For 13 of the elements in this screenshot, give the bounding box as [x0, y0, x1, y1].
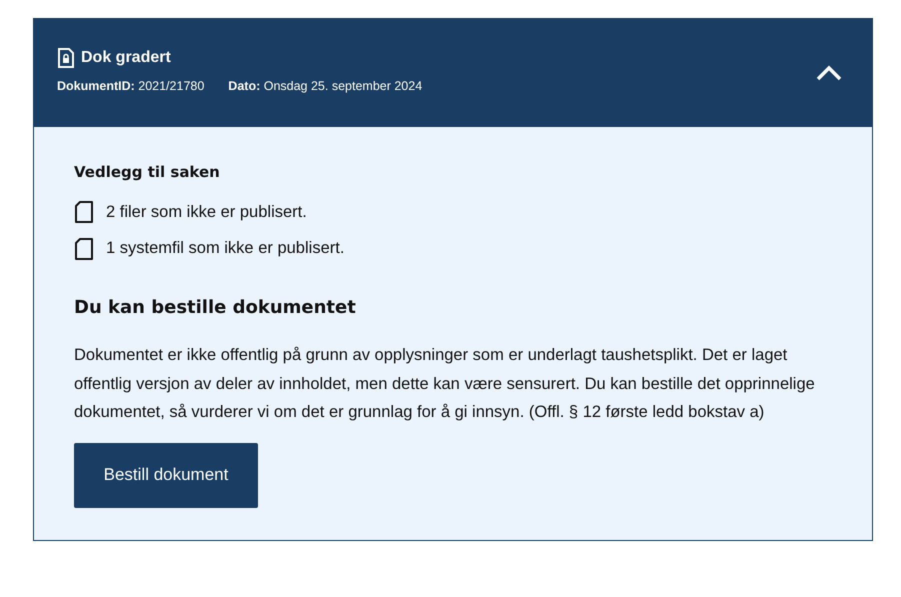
description-paragraph: Dokumentet er ikke offentlig på grunn av opplysninger som er underlagt taushetsplikt. Det er laget offentlig versjon av deler av innholdet, men dette kan være sensurert. Du kan bestille det opprinnelige dokumentet, så vurderer vi om det er grunnlag for å gi innsyn. (Offl. § 12 første ledd bokstav a) — [74, 345, 816, 423]
section-heading: Vedlegg til saken — [74, 162, 221, 183]
file-icon — [74, 238, 94, 260]
document-title: Dok gradert — [81, 48, 171, 68]
metadata-text: Dato: Onsdag 25. september 2024 — [228, 78, 422, 96]
attachment-text: 1 systemfil som ikke er publisert. — [106, 238, 344, 260]
chevron-up-icon — [816, 65, 842, 81]
file-icon — [74, 200, 94, 223]
order-button[interactable]: Bestill dokument — [74, 442, 258, 508]
metadata-text: DokumentID: 2021/21780 — [57, 78, 204, 96]
locked-document-icon — [57, 48, 75, 68]
section-heading: Du kan bestille dokumentet — [74, 296, 357, 320]
attachment-text: 2 filer som ikke er publisert. — [106, 202, 307, 222]
